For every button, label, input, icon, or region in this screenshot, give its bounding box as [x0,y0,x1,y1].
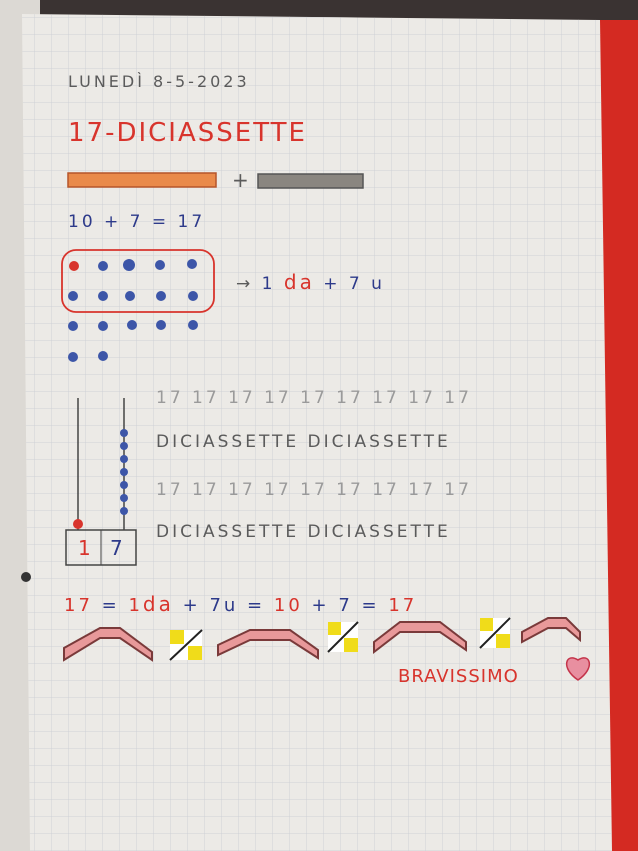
page-title: 17-DICIASSETTE [68,118,307,148]
eq-sign-3: = [361,595,380,616]
eq-7u: 7u [209,595,239,616]
eq-one: 1 [128,595,143,616]
tens-label: da [283,270,315,294]
eq-sign-1: = [101,595,120,616]
practice-row-4: DICIASSETTE DICIASSETTE [156,522,451,542]
practice-row-2: DICIASSETTE DICIASSETTE [156,432,451,452]
abacus-tens-digit: 1 [78,536,94,560]
arrow-icon: → [236,274,254,294]
tens-count: 1 [261,274,276,294]
eq-plus-2: + [311,595,330,616]
ten-bar [67,172,217,188]
binder-hole [21,572,31,582]
sum-line: 10 + 7 = 17 [68,212,206,232]
eq-result: 17 [388,595,418,616]
practice-row-3: 17 17 17 17 17 17 17 17 17 [156,480,472,500]
practice-row-1: 17 17 17 17 17 17 17 17 17 [156,388,472,408]
seven-bar [257,173,364,189]
eq-17: 17 [64,595,93,616]
eq-da: da [142,592,174,616]
equation-line: 17 = 1da + 7u = 10 + 7 = 17 [64,592,417,616]
eq-sign-2: = [247,595,266,616]
abacus-units-digit: 7 [110,536,126,560]
date-header: LUNEDÌ 8-5-2023 [68,72,250,91]
place-value-line: → 1 da + 7 u [236,270,385,294]
eq-10: 10 [273,595,303,616]
eq-plus-1: + [182,595,201,616]
praise-text: BRAVISSIMO [398,666,519,687]
eq-7: 7 [338,595,353,616]
plus-sign: + [232,168,252,192]
units-part: + 7 u [323,274,385,294]
